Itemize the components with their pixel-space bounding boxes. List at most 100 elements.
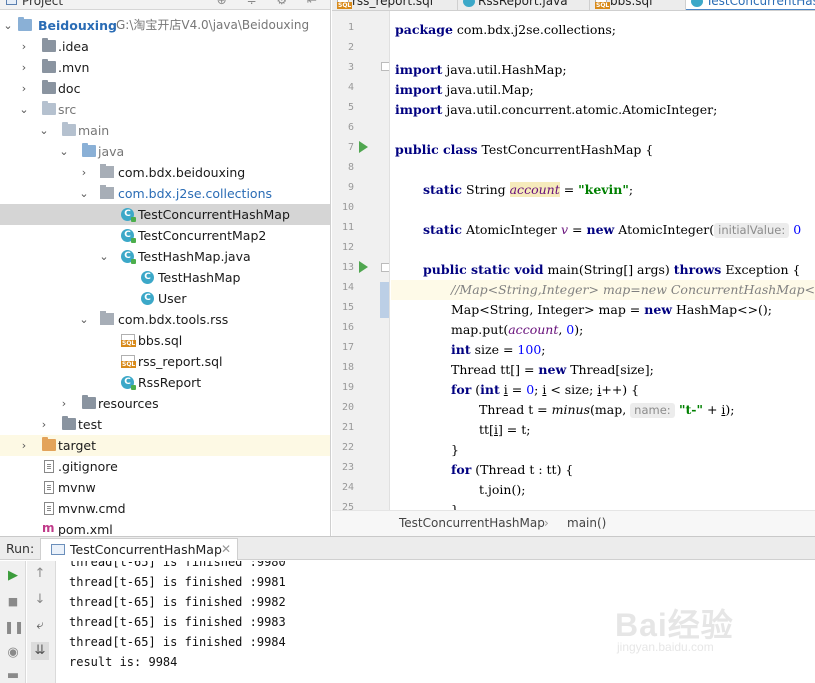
- breadcrumb-method[interactable]: main(): [567, 516, 606, 530]
- tree-label: test: [78, 417, 103, 432]
- tree-item-user[interactable]: C User: [0, 288, 330, 309]
- comment: //Map<String,Integer> map=new Concurrent…: [451, 282, 815, 297]
- code-text: +: [703, 402, 722, 417]
- tree-item-java[interactable]: ⌄ java: [0, 141, 330, 162]
- tree-item-rssreport[interactable]: C RssReport: [0, 372, 330, 393]
- chevron-right-icon[interactable]: ›: [78, 162, 90, 183]
- code-text: String: [462, 182, 510, 197]
- tree-item-testhashmap-java[interactable]: ⌄ C TestHashMap.java: [0, 246, 330, 267]
- tree-label: target: [58, 438, 97, 453]
- console-output[interactable]: thread[t-65] is finished :9980 thread[t-…: [57, 561, 815, 683]
- chevron-right-icon[interactable]: ›: [18, 57, 30, 78]
- stop-button[interactable]: ■: [4, 593, 22, 611]
- code-line-5: import java.util.concurrent.atomic.Atomi…: [395, 100, 717, 120]
- chevron-down-icon[interactable]: ⌄: [38, 120, 50, 141]
- folder-icon: [82, 395, 96, 409]
- code-text: =: [507, 382, 527, 397]
- tree-item-testhashmap[interactable]: C TestHashMap: [0, 267, 330, 288]
- class-icon: C: [121, 250, 136, 264]
- tree-label: src: [58, 102, 77, 117]
- code-text: AtomicInteger: [462, 222, 561, 237]
- tree-item-bbs-sql[interactable]: bbs.sql: [0, 330, 330, 351]
- sql-file-icon: [337, 0, 353, 9]
- chevron-down-icon[interactable]: ⌄: [18, 99, 30, 120]
- chevron-down-icon[interactable]: ⌄: [78, 309, 90, 330]
- code-line-14-current: //Map<String,Integer> map=new Concurrent…: [391, 280, 815, 300]
- code-line-7: public class TestConcurrentHashMap {: [395, 140, 653, 160]
- chevron-down-icon[interactable]: ⌄: [58, 141, 70, 162]
- tree-item-rss-report-sql[interactable]: rss_report.sql: [0, 351, 330, 372]
- code-text: map.put(: [451, 322, 509, 337]
- code-text: java.util.concurrent.atomic.AtomicIntege…: [442, 102, 718, 117]
- tree-item-package-rss[interactable]: ⌄ com.bdx.tools.rss: [0, 309, 330, 330]
- arrow-up-icon[interactable]: ↑: [31, 565, 49, 583]
- tree-item-pom[interactable]: m pom.xml: [0, 519, 330, 536]
- tree-label: resources: [98, 396, 159, 411]
- tree-item-main[interactable]: ⌄ main: [0, 120, 330, 141]
- tree-label: com.bdx.j2se.collections: [118, 186, 272, 201]
- tree-item-src[interactable]: ⌄ src: [0, 99, 330, 120]
- tree-item-resources[interactable]: › resources: [0, 393, 330, 414]
- arrow-down-icon[interactable]: ↓: [31, 591, 49, 609]
- tree-item-mvnw[interactable]: mvnw: [0, 477, 330, 498]
- breadcrumb-class[interactable]: TestConcurrentHashMap: [399, 516, 545, 530]
- code-editor[interactable]: package com.bdx.j2se.collections; import…: [391, 11, 815, 510]
- tree-label: mvnw: [58, 480, 96, 495]
- run-tab[interactable]: TestConcurrentHashMap ✕: [40, 538, 238, 560]
- chevron-right-icon[interactable]: ›: [38, 414, 50, 435]
- soft-wrap-icon[interactable]: ⤶: [31, 617, 49, 635]
- vcs-change-marker[interactable]: [380, 282, 389, 318]
- tree-item-testconcurrentmap2[interactable]: C TestConcurrentMap2: [0, 225, 330, 246]
- line-number: 4: [347, 82, 354, 93]
- tree-item-package-collections[interactable]: ⌄ com.bdx.j2se.collections: [0, 183, 330, 204]
- tree-item-testconcurrenthashmap[interactable]: C TestConcurrentHashMap: [0, 204, 330, 225]
- camera-icon[interactable]: ◉: [4, 644, 22, 662]
- line-number: 19: [341, 382, 354, 393]
- keyword: package: [395, 22, 453, 37]
- chevron-down-icon[interactable]: ⌄: [2, 15, 14, 36]
- keyword: import: [395, 62, 443, 77]
- chevron-right-icon[interactable]: ›: [58, 393, 70, 414]
- tab-bbs-sql[interactable]: bbs.sql: [590, 0, 686, 10]
- tree-label: mvnw.cmd: [58, 501, 126, 516]
- chevron-right-icon[interactable]: ›: [18, 78, 30, 99]
- tree-label: com.bdx.beidouxing: [118, 165, 246, 180]
- run-method-icon[interactable]: [359, 261, 368, 273]
- close-icon[interactable]: ✕: [221, 542, 231, 556]
- rerun-button[interactable]: ▶: [4, 567, 22, 585]
- package-icon: [100, 311, 114, 325]
- tree-item-gitignore[interactable]: .gitignore: [0, 456, 330, 477]
- tree-item-mvnw-cmd[interactable]: mvnw.cmd: [0, 498, 330, 519]
- tree-item-mvn[interactable]: › .mvn: [0, 57, 330, 78]
- chevron-right-icon[interactable]: ›: [18, 36, 30, 57]
- pause-button[interactable]: ❚❚: [4, 618, 24, 636]
- chevron-down-icon[interactable]: ⌄: [98, 246, 110, 267]
- tab-testconcurrenthashmap[interactable]: TestConcurrentHashMap: [686, 0, 815, 10]
- scroll-to-end-icon[interactable]: ⇊: [31, 642, 49, 660]
- line-number: 17: [341, 342, 354, 353]
- tree-label: rss_report.sql: [138, 354, 223, 369]
- keyword: import: [395, 102, 443, 117]
- print-icon[interactable]: ▬: [4, 667, 22, 683]
- tab-rssreport-java[interactable]: RssReport.java: [458, 0, 590, 10]
- project-toolbar-icons[interactable]: ⊕ ≑ ⚙ ⇤: [217, 0, 325, 7]
- tab-rss-report-sql[interactable]: rss_report.sql: [332, 0, 458, 10]
- code-line-22: }: [451, 442, 459, 457]
- class-icon: C: [121, 376, 136, 390]
- run-class-icon[interactable]: [359, 141, 368, 153]
- sql-file-icon: [121, 355, 137, 368]
- tree-item-target[interactable]: › target: [0, 435, 330, 456]
- tree-item-test[interactable]: › test: [0, 414, 330, 435]
- project-title[interactable]: Project: [22, 0, 63, 8]
- tree-item-doc[interactable]: › doc: [0, 78, 330, 99]
- fold-icon[interactable]: [381, 62, 389, 71]
- chevron-down-icon[interactable]: ⌄: [78, 183, 90, 204]
- tree-item-idea[interactable]: › .idea: [0, 36, 330, 57]
- keyword: new: [586, 222, 615, 237]
- tree-item-root[interactable]: ⌄ Beidouxing G:\淘宝开店V4.0\java\Beidouxing: [0, 15, 330, 36]
- tree-item-package-beidouxing[interactable]: › com.bdx.beidouxing: [0, 162, 330, 183]
- tree-label: .gitignore: [58, 459, 118, 474]
- chevron-right-icon[interactable]: ›: [18, 435, 30, 456]
- line-number: 20: [341, 402, 354, 413]
- fold-icon[interactable]: [381, 263, 389, 272]
